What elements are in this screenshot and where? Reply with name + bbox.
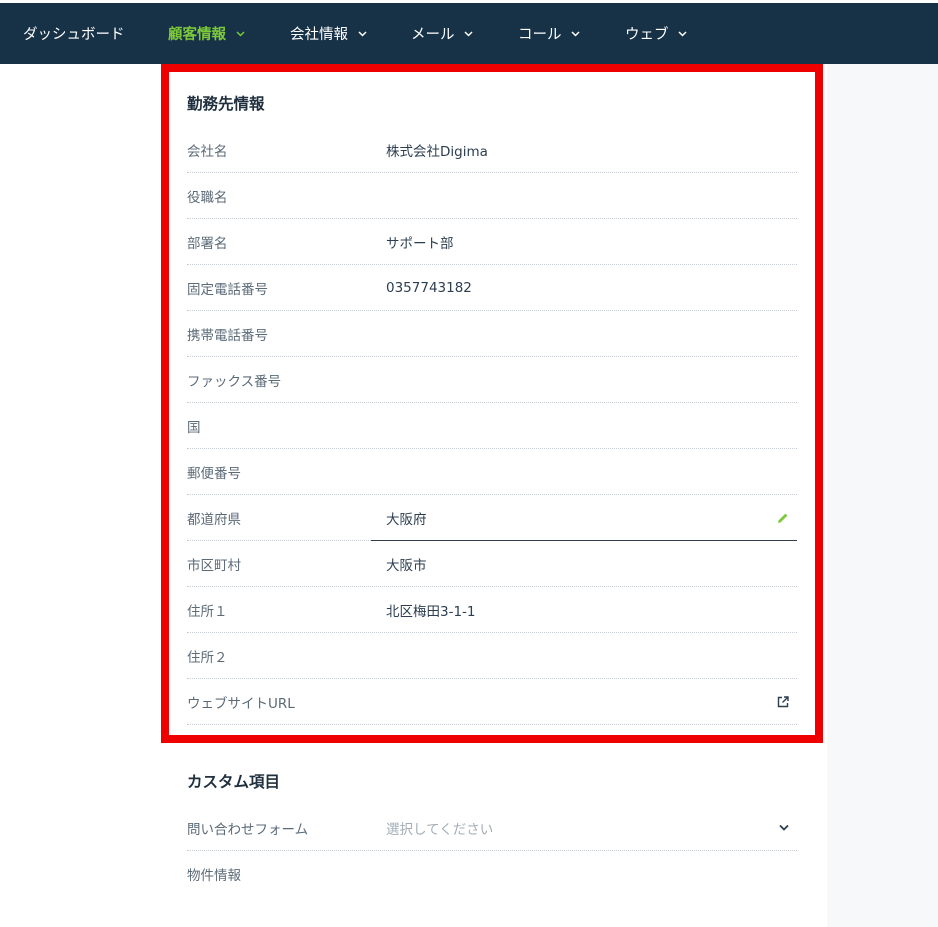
nav-dashboard[interactable]: ダッシュボード <box>23 3 125 64</box>
chevron-down-icon <box>464 29 474 39</box>
nav-dashboard-label: ダッシュボード <box>23 27 125 43</box>
field-value: 株式会社Digima <box>386 143 488 160</box>
nav-call-label: コール <box>518 27 562 43</box>
field-label: 市区町村 <box>187 557 241 574</box>
nav-web[interactable]: ウェブ <box>625 3 688 64</box>
field-row-property-info[interactable]: 物件情報 <box>187 851 797 897</box>
prefecture-value[interactable]: 大阪府 <box>386 495 427 540</box>
nav-call[interactable]: コール <box>518 3 581 64</box>
inquiry-form-select[interactable]: 選択してください <box>386 805 493 850</box>
nav-mail-label: メール <box>411 27 455 43</box>
field-label: 物件情報 <box>187 867 241 884</box>
field-row-address1[interactable]: 住所１ 北区梅田3-1-1 <box>187 587 797 633</box>
chevron-down-icon <box>357 29 367 39</box>
top-navigation: ダッシュボード 顧客情報 会社情報 メール コール ウェブ <box>0 3 938 64</box>
field-row-country[interactable]: 国 <box>187 403 797 449</box>
field-row-mobile[interactable]: 携帯電話番号 <box>187 311 797 357</box>
field-value: 北区梅田3-1-1 <box>386 603 476 620</box>
field-label: 都道府県 <box>187 511 241 528</box>
field-label: 住所１ <box>187 603 228 620</box>
right-gutter <box>827 64 938 927</box>
field-row-city[interactable]: 市区町村 大阪市 <box>187 541 797 587</box>
chevron-down-icon <box>678 29 688 39</box>
field-label: 国 <box>187 419 201 436</box>
nav-company-info-label: 会社情報 <box>290 27 348 43</box>
nav-company-info[interactable]: 会社情報 <box>290 3 367 64</box>
nav-customer-info-label: 顧客情報 <box>168 27 226 43</box>
field-row-inquiry-form[interactable]: 問い合わせフォーム 選択してください <box>187 805 797 851</box>
pencil-icon[interactable] <box>777 495 789 540</box>
field-label: 固定電話番号 <box>187 281 268 298</box>
chevron-down-icon <box>235 29 245 39</box>
field-label: 役職名 <box>187 189 228 206</box>
field-label: 住所２ <box>187 649 228 666</box>
field-label: 問い合わせフォーム <box>187 821 309 838</box>
nav-customer-info[interactable]: 顧客情報 <box>168 3 245 64</box>
nav-mail[interactable]: メール <box>411 3 474 64</box>
field-label: 部署名 <box>187 235 228 252</box>
field-label: 郵便番号 <box>187 465 241 482</box>
field-row-department[interactable]: 部署名 サポート部 <box>187 219 797 265</box>
field-row-address2[interactable]: 住所２ <box>187 633 797 679</box>
field-row-website-url[interactable]: ウェブサイトURL <box>187 679 797 725</box>
field-row-fax[interactable]: ファックス番号 <box>187 357 797 403</box>
field-label: ウェブサイトURL <box>187 695 295 712</box>
field-row-postal-code[interactable]: 郵便番号 <box>187 449 797 495</box>
field-row-company-name[interactable]: 会社名 株式会社Digima <box>187 127 797 173</box>
chevron-down-icon[interactable] <box>779 805 789 850</box>
field-value: 0357743182 <box>386 279 472 296</box>
external-link-icon[interactable] <box>777 679 789 724</box>
field-label: 会社名 <box>187 143 228 160</box>
field-row-landline[interactable]: 固定電話番号 0357743182 <box>187 265 797 311</box>
chevron-down-icon <box>571 29 581 39</box>
field-row-prefecture[interactable]: 都道府県 大阪府 <box>187 495 797 541</box>
work-info-title: 勤務先情報 <box>187 95 265 113</box>
field-label: 携帯電話番号 <box>187 327 268 344</box>
field-value: 大阪市 <box>386 557 427 574</box>
field-label: ファックス番号 <box>187 373 282 390</box>
field-value: サポート部 <box>386 235 454 252</box>
field-row-job-title[interactable]: 役職名 <box>187 173 797 219</box>
nav-web-label: ウェブ <box>625 27 669 43</box>
custom-fields-title: カスタム項目 <box>187 773 281 791</box>
